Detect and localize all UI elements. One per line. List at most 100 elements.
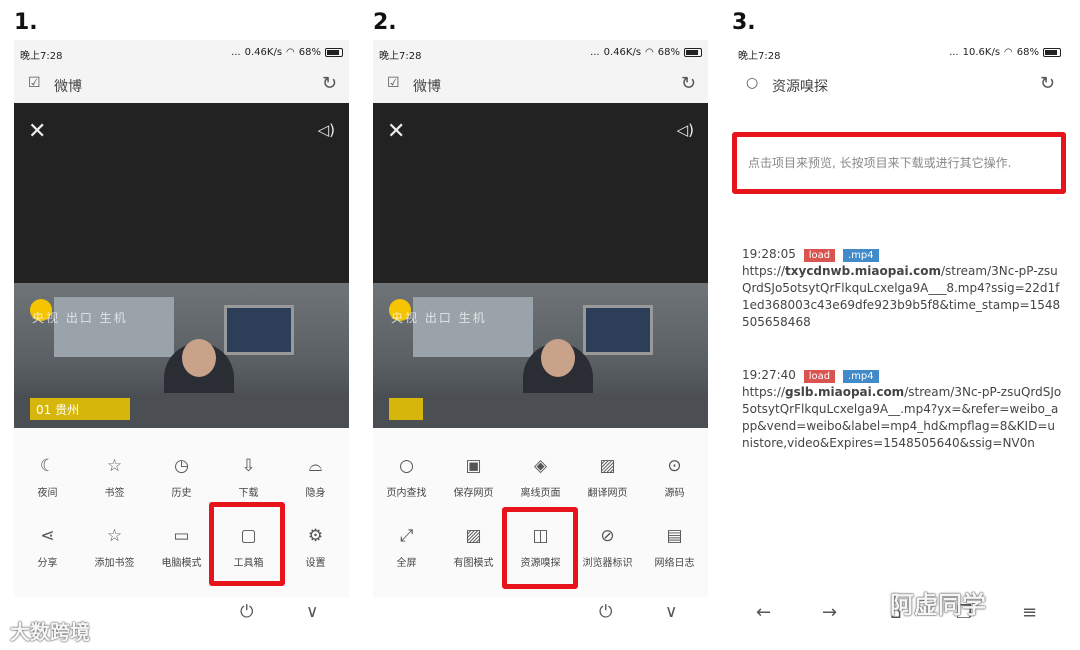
browser-menu: ☾ 夜间 ☆ 书签 ◷ 历史 ⇩ 下载 ⌓ 隐身 ⋖ 分享 ☆ 添加书签 ▭ 电脑模式 ▢ 工具箱… — [14, 428, 349, 598]
highlight-hint — [732, 132, 1066, 194]
layers-icon: ◈ — [533, 456, 548, 476]
chevron-down-icon[interactable]: ∨ — [306, 602, 318, 622]
resource-url: https://gslb.miaopai.com/stream/3Nc-pP-z… — [742, 385, 1062, 450]
menu-item-translate[interactable]: ▨ 翻译网页 — [574, 454, 641, 499]
page-title: 微博 — [54, 79, 82, 95]
resource-item[interactable]: 19:28:05 load .mp4 https://txycdnwb.miao… — [742, 246, 1062, 331]
browser-id-icon: ⊘ — [600, 526, 615, 546]
page-title: 微博 — [413, 79, 441, 95]
download-icon: ⇩ — [241, 456, 256, 476]
search-icon: ○ — [399, 456, 414, 476]
gear-icon: ⚙ — [307, 526, 324, 546]
menu-item-network-log[interactable]: ▤ 网络日志 — [641, 524, 708, 569]
status-bar: 晚上7:28 ... 0.46K/s ◠ 68% — [14, 44, 349, 62]
video-frame: 央视 出口 生机 01 贵州 — [14, 283, 349, 428]
resource-item[interactable]: 19:27:40 load .mp4 https://gslb.miaopai.… — [742, 367, 1062, 452]
step-number-1: 1. — [14, 10, 38, 35]
url-bar[interactable]: ☑ 微博 ↻ — [373, 70, 708, 98]
network-speed: 0.46K/s — [244, 47, 283, 58]
menu-item-history[interactable]: ◷ 历史 — [148, 454, 215, 499]
forward-arrow-icon[interactable]: → — [822, 602, 837, 623]
star-icon: ☆ — [106, 456, 123, 476]
menu-item-find-in-page[interactable]: ○ 页内查找 — [373, 454, 440, 499]
reload-icon[interactable]: ↻ — [322, 73, 337, 94]
search-icon: ○ — [746, 75, 759, 91]
menu-icon[interactable]: ≡ — [1022, 602, 1037, 623]
menu-item-bookmarks[interactable]: ☆ 书签 — [81, 454, 148, 499]
image-icon: ▨ — [465, 526, 482, 546]
translate-icon: ▨ — [599, 456, 616, 476]
menu-item-add-bookmark[interactable]: ☆ 添加书签 — [81, 524, 148, 569]
status-bar: 晚上7:28 ... 0.46K/s ◠ 68% — [373, 44, 708, 62]
menu-item-incognito[interactable]: ⌓ 隐身 — [282, 454, 349, 499]
signal-dots: ... — [590, 47, 600, 58]
chevron-down-icon[interactable]: ∨ — [665, 602, 677, 622]
ext-badge: .mp4 — [842, 249, 879, 262]
wifi-icon: ◠ — [286, 47, 295, 58]
phone-screen-1: 晚上7:28 ... 0.46K/s ◠ 68% ☑ 微博 ↻ ✕ ◁) 央视 … — [14, 40, 349, 630]
clock-icon: ◷ — [174, 456, 189, 476]
battery-percent: 68% — [298, 47, 321, 58]
menu-item-browser-id[interactable]: ⊘ 浏览器标识 — [574, 524, 641, 569]
highlight-toolbox — [209, 502, 285, 586]
save-icon: ▣ — [465, 456, 482, 476]
power-icon[interactable]: ⏻ — [240, 602, 253, 622]
reload-icon[interactable]: ↻ — [1040, 73, 1055, 94]
wifi-icon: ◠ — [1004, 47, 1013, 58]
menu-item-image-mode[interactable]: ▨ 有图模式 — [440, 524, 507, 569]
code-icon: ⊙ — [667, 456, 682, 476]
menu-item-share[interactable]: ⋖ 分享 — [14, 524, 81, 569]
battery-percent: 68% — [657, 47, 680, 58]
close-icon[interactable]: ✕ — [387, 119, 405, 144]
resource-url: https://txycdnwb.miaopai.com/stream/3Nc-… — [742, 264, 1061, 329]
highlight-resource-sniffer — [502, 507, 578, 589]
status-time: 晚上7:28 — [738, 51, 781, 62]
signal-dots: ... — [949, 47, 959, 58]
moon-icon: ☾ — [39, 456, 56, 476]
phone-screen-3: 晚上7:28 ... 10.6K/s ◠ 68% ○ 资源嗅探 ↻ 点击项目来预… — [732, 40, 1067, 630]
url-bar[interactable]: ☑ 微博 ↻ — [14, 70, 349, 98]
fullscreen-icon: ⤢ — [399, 526, 414, 546]
volume-icon[interactable]: ◁) — [318, 121, 335, 139]
reload-icon[interactable]: ↻ — [681, 73, 696, 94]
wifi-icon: ◠ — [645, 47, 654, 58]
menu-item-source[interactable]: ⊙ 源码 — [641, 454, 708, 499]
close-icon[interactable]: ✕ — [28, 119, 46, 144]
incognito-icon: ⌓ — [308, 456, 323, 476]
menu-item-settings[interactable]: ⚙ 设置 — [282, 524, 349, 569]
page-title: 资源嗅探 — [772, 79, 828, 95]
monitor-icon: ▭ — [173, 526, 190, 546]
network-speed: 0.46K/s — [603, 47, 642, 58]
battery-percent: 68% — [1016, 47, 1039, 58]
video-player[interactable]: ✕ ◁) — [373, 103, 708, 283]
battery-icon — [684, 48, 702, 57]
back-arrow-icon[interactable]: ← — [756, 602, 771, 623]
star-outline-icon: ☆ — [106, 526, 123, 546]
shield-check-icon: ☑ — [28, 75, 41, 91]
menu-item-offline-pages[interactable]: ◈ 离线页面 — [507, 454, 574, 499]
menu-item-fullscreen[interactable]: ⤢ 全屏 — [373, 524, 440, 569]
video-frame: 央视 出口 生机 — [373, 283, 708, 428]
battery-icon — [1043, 48, 1061, 57]
step-number-3: 3. — [732, 10, 756, 35]
video-player[interactable]: ✕ ◁) — [14, 103, 349, 283]
video-caption: 央视 出口 生机 — [391, 311, 487, 325]
share-icon: ⋖ — [40, 526, 55, 546]
watermark-left: 大数跨境 — [10, 620, 90, 644]
load-badge: load — [803, 370, 836, 383]
step-number-2: 2. — [373, 10, 397, 35]
url-bar[interactable]: ○ 资源嗅探 ↻ — [732, 70, 1067, 98]
ext-badge: .mp4 — [842, 370, 879, 383]
signal-dots: ... — [231, 47, 241, 58]
bottom-bar: ⏻ ∨ — [373, 598, 708, 630]
network-speed: 10.6K/s — [962, 47, 1001, 58]
menu-item-desktop-mode[interactable]: ▭ 电脑模式 — [148, 524, 215, 569]
power-icon[interactable]: ⏻ — [599, 602, 612, 622]
status-time: 晚上7:28 — [20, 51, 63, 62]
menu-item-night[interactable]: ☾ 夜间 — [14, 454, 81, 499]
shield-check-icon: ☑ — [387, 75, 400, 91]
battery-icon — [325, 48, 343, 57]
menu-item-download[interactable]: ⇩ 下载 — [215, 454, 282, 499]
menu-item-save-page[interactable]: ▣ 保存网页 — [440, 454, 507, 499]
volume-icon[interactable]: ◁) — [677, 121, 694, 139]
